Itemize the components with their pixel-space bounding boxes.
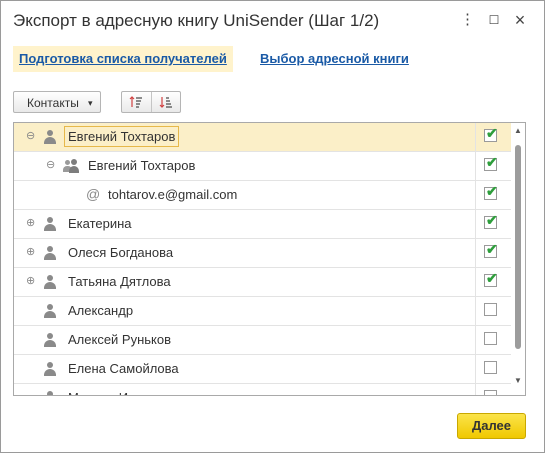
column-divider [475,239,476,267]
checkmark-icon: ✔ [486,183,498,199]
column-divider [475,297,476,325]
contact-name: Александр [68,303,134,318]
at-icon: @ [86,186,101,202]
tree-row[interactable]: ⊕ Олеся Богданова ✔ [14,239,511,268]
column-divider [475,268,476,296]
sort-descending-icon [159,97,172,108]
column-divider [475,384,476,395]
scroll-up-icon[interactable]: ▲ [514,126,522,135]
sort-ascending-icon [129,96,142,108]
expand-icon[interactable]: ⊕ [26,247,35,258]
tree-row[interactable]: ⊖ Евгений Тохтаров ✔ [14,123,511,152]
checkmark-icon: ✔ [486,154,498,170]
chevron-down-icon: ▾ [88,98,93,108]
step-prepare-recipients[interactable]: Подготовка списка получателей [13,46,233,72]
person-icon [43,391,57,395]
include-checkbox[interactable]: ✔ [484,183,498,200]
checkmark-icon: ✔ [486,270,498,286]
tree-row[interactable]: Алексей Руньков [14,326,511,355]
collapse-icon[interactable]: ⊖ [26,131,35,142]
contacts-dropdown-label: Контакты [27,96,79,110]
step-choose-address-book[interactable]: Выбор адресной книги [260,46,409,72]
contact-name: Екатерина [68,216,132,231]
checkmark-icon: ✔ [486,212,498,228]
person-icon [43,246,57,260]
contact-name: Олеся Богданова [68,245,174,260]
next-button[interactable]: Далее [457,413,526,439]
person-icon [43,275,57,289]
person-icon [43,304,57,318]
column-divider [475,181,476,209]
expand-icon[interactable]: ⊕ [26,218,35,229]
column-divider [475,355,476,383]
sort-ascending-button[interactable] [122,92,152,112]
include-checkbox[interactable]: ✔ [484,270,498,287]
scroll-down-icon[interactable]: ▼ [514,376,522,385]
contact-name: Евгений Тохтаров [88,158,196,173]
more-menu-icon[interactable]: ⋮ [460,12,475,27]
column-divider [475,152,476,180]
checkmark-icon: ✔ [486,125,498,141]
contact-name: Марина И... [68,390,139,395]
tree-row[interactable]: @ tohtarov.e@gmail.com ✔ [14,181,511,210]
vertical-scrollbar[interactable]: ▲ ▼ [512,123,524,395]
column-divider [475,210,476,238]
contact-name: Татьяна Дятлова [68,274,171,289]
contact-name: Евгений Тохтаров [64,126,180,147]
contacts-dropdown-button[interactable]: Контакты ▾ [13,91,101,113]
tree-row[interactable]: ⊕ Татьяна Дятлова ✔ [14,268,511,297]
close-icon[interactable]: × [513,11,527,29]
contact-name: Елена Самойлова [68,361,179,376]
person-icon [43,333,57,347]
contact-group-icon [63,159,79,173]
include-checkbox[interactable]: ✔ [484,212,498,229]
contact-name: Алексей Руньков [68,332,172,347]
tree-row[interactable]: ⊕ Екатерина ✔ [14,210,511,239]
include-checkbox[interactable] [484,332,497,345]
tree-row[interactable]: Елена Самойлова [14,355,511,384]
tree-row[interactable]: Марина И... [14,384,511,395]
include-checkbox[interactable]: ✔ [484,154,498,171]
export-dialog: Экспорт в адресную книгу UniSender (Шаг … [0,0,545,453]
tree-row[interactable]: ⊖ Евгений Тохтаров ✔ [14,152,511,181]
sort-descending-button[interactable] [152,92,181,112]
include-checkbox[interactable]: ✔ [484,241,498,258]
sort-buttons-group [121,91,181,113]
expand-icon[interactable]: ⊕ [26,276,35,287]
checkmark-icon: ✔ [486,241,498,257]
include-checkbox[interactable] [484,361,497,374]
maximize-icon[interactable]: ☐ [487,13,501,27]
person-icon [43,130,57,144]
collapse-icon[interactable]: ⊖ [46,160,55,171]
person-icon [43,362,57,376]
recipients-tree: ⊖ Евгений Тохтаров ✔ ⊖ Евгений Тохтаров ✔ @ toh… [13,122,526,396]
include-checkbox[interactable] [484,390,497,395]
include-checkbox[interactable] [484,303,497,316]
person-icon [43,217,57,231]
dialog-title: Экспорт в адресную книгу UniSender (Шаг … [13,11,380,30]
column-divider [475,326,476,354]
column-divider [475,123,476,151]
tree-row[interactable]: Александр [14,297,511,326]
contact-name: tohtarov.e@gmail.com [108,187,238,202]
scrollbar-thumb[interactable] [515,145,521,349]
include-checkbox[interactable]: ✔ [484,125,498,142]
